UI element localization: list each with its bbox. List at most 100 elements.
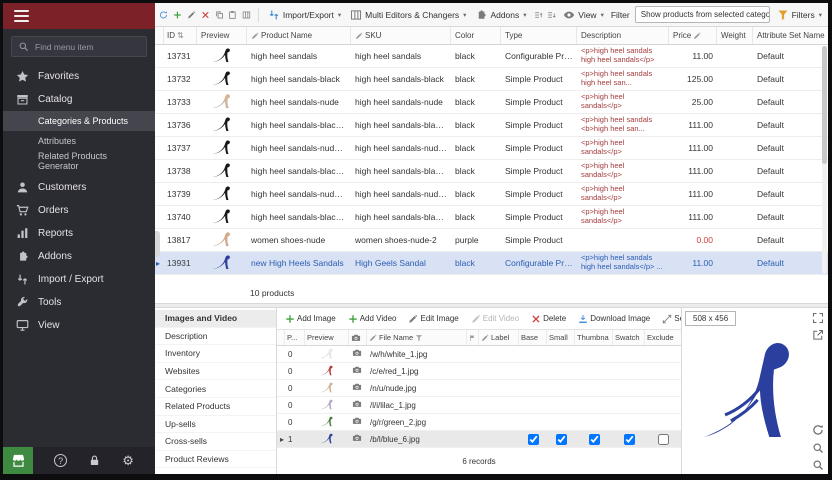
- zoom-in-icon[interactable]: [812, 442, 824, 454]
- column-header-color[interactable]: Color: [451, 27, 501, 44]
- column-header-thumbnail[interactable]: Thumbna: [575, 330, 613, 345]
- tab-inventory[interactable]: Inventory: [155, 345, 276, 363]
- column-header-camera[interactable]: [349, 330, 367, 345]
- scrollbar-thumb[interactable]: [822, 46, 827, 164]
- tab-cross-sells[interactable]: Cross-sells: [155, 433, 276, 451]
- sidebar-item-customers[interactable]: Customers: [3, 176, 155, 199]
- column-header-attribute-set[interactable]: Attribute Set Name: [753, 27, 828, 44]
- product-row[interactable]: 13817women shoes-nudewomen shoes-nude-2p…: [155, 229, 828, 252]
- product-row[interactable]: 13739high heel sandals-nude-37high heel …: [155, 183, 828, 206]
- set-resize-rule-button[interactable]: Set Resize Rule ▾: [660, 313, 681, 325]
- collapse-list-button[interactable]: [547, 9, 556, 21]
- sidebar-item-categories-products[interactable]: Categories & Products: [3, 111, 155, 131]
- sidebar-item-reports[interactable]: Reports: [3, 222, 155, 245]
- product-row[interactable]: 13736high heel sandals-black-36high heel…: [155, 114, 828, 137]
- add-image-button[interactable]: Add Image: [283, 313, 338, 325]
- image-row[interactable]: 0/c/e/red_1.jpg: [277, 363, 681, 380]
- sidebar-item-related-products-generator[interactable]: Related Products Generator: [3, 151, 155, 171]
- add-product-button[interactable]: [173, 9, 182, 21]
- column-header-image-preview[interactable]: Preview: [305, 330, 349, 345]
- tab-product-reviews[interactable]: Product Reviews: [155, 451, 276, 469]
- column-header-sku[interactable]: SKU: [351, 27, 451, 44]
- sidebar-item-orders[interactable]: Orders: [3, 199, 155, 222]
- column-header-swatch[interactable]: Swatch: [613, 330, 645, 345]
- column-header-id[interactable]: ID ⇅: [163, 27, 197, 44]
- swatch-checkbox[interactable]: [624, 434, 635, 445]
- hamburger-menu-icon[interactable]: [14, 7, 29, 25]
- view-menu[interactable]: View ▾: [561, 8, 606, 22]
- product-row[interactable]: 13733high heel sandals-nudehigh heel san…: [155, 91, 828, 114]
- product-row[interactable]: 13738high heel sandals-black-37high heel…: [155, 160, 828, 183]
- import-export-menu[interactable]: Import/Export ▾: [266, 8, 343, 22]
- sidebar-item-addons[interactable]: Addons: [3, 245, 155, 268]
- column-header-price[interactable]: Price: [669, 27, 717, 44]
- column-header-position[interactable]: P...: [285, 330, 305, 345]
- delete-image-button[interactable]: Delete: [529, 313, 568, 325]
- product-row[interactable]: 13740high heel sandals-black-38high heel…: [155, 206, 828, 229]
- image-row[interactable]: 0/n/u/nude.jpg: [277, 380, 681, 397]
- image-row[interactable]: 0/g/r/green_2.jpg: [277, 414, 681, 431]
- menu-search-box[interactable]: [11, 36, 147, 57]
- settings-button[interactable]: ⚙: [122, 454, 134, 467]
- sidebar-item-import-export[interactable]: Import / Export: [3, 268, 155, 291]
- tab-images-and-video[interactable]: Images and Video: [155, 310, 276, 328]
- sidebar-item-tools[interactable]: Tools: [3, 291, 155, 314]
- store-button[interactable]: [3, 447, 33, 474]
- filters-menu[interactable]: Filters ▾: [775, 8, 824, 22]
- sidebar-item-favorites[interactable]: Favorites: [3, 65, 155, 88]
- delete-product-button[interactable]: [201, 9, 210, 21]
- exclude-checkbox[interactable]: [658, 434, 669, 445]
- column-header-product-name[interactable]: Product Name: [247, 27, 351, 44]
- thumbnail-checkbox[interactable]: [589, 434, 600, 445]
- tab-related-products[interactable]: Related Products: [155, 398, 276, 416]
- sidebar-collapse-handle[interactable]: [155, 231, 160, 257]
- columns-button[interactable]: [242, 9, 251, 21]
- tab-description[interactable]: Description: [155, 328, 276, 346]
- grid-scrollbar[interactable]: [822, 46, 827, 274]
- multi-editors-menu[interactable]: Multi Editors & Changers ▾: [348, 8, 468, 22]
- menu-search-input[interactable]: [35, 42, 140, 52]
- sidebar-item-catalog[interactable]: Catalog: [3, 88, 155, 111]
- add-video-button[interactable]: Add Video: [346, 313, 399, 325]
- fullscreen-icon[interactable]: [812, 312, 824, 324]
- tab-up-sells[interactable]: Up-sells: [155, 416, 276, 434]
- funnel-icon: [415, 334, 423, 342]
- small-checkbox[interactable]: [556, 434, 567, 445]
- column-header-preview[interactable]: Preview: [197, 27, 247, 44]
- column-header-weight[interactable]: Weight: [717, 27, 753, 44]
- image-row[interactable]: ▸1/b/l/blue_6.jpg: [277, 431, 681, 448]
- column-header-label[interactable]: Label: [479, 330, 519, 345]
- product-row[interactable]: 13731high heel sandalshigh heel sandalsb…: [155, 45, 828, 68]
- copy-button[interactable]: [215, 9, 224, 21]
- product-row[interactable]: ▸13931new High Heels SandalsHigh Geels S…: [155, 252, 828, 275]
- paste-button[interactable]: [228, 9, 237, 21]
- help-button[interactable]: ?: [54, 454, 67, 467]
- column-header-small[interactable]: Small: [547, 330, 575, 345]
- tab-websites[interactable]: Websites: [155, 363, 276, 381]
- edit-product-button[interactable]: [187, 9, 196, 21]
- download-image-button[interactable]: Download Image: [576, 313, 652, 325]
- rotate-icon[interactable]: [812, 424, 824, 436]
- refresh-button[interactable]: [159, 9, 168, 21]
- column-header-description[interactable]: Description: [577, 27, 669, 44]
- zoom-out-icon[interactable]: [812, 459, 824, 471]
- expand-list-button[interactable]: [534, 9, 543, 21]
- column-header-base[interactable]: Base: [519, 330, 547, 345]
- image-row[interactable]: 0/w/h/white_1.jpg: [277, 346, 681, 363]
- sidebar-item-view[interactable]: View: [3, 314, 155, 337]
- column-header-file-name[interactable]: File Name: [367, 330, 467, 345]
- lock-button[interactable]: [88, 454, 101, 467]
- addons-menu[interactable]: Addons ▾: [473, 8, 528, 22]
- image-row[interactable]: 0/l/i/lilac_1.jpg: [277, 397, 681, 414]
- product-row[interactable]: 13737high heel sandals-nude-36high heel …: [155, 137, 828, 160]
- column-header-flag[interactable]: [467, 330, 479, 345]
- category-filter-select[interactable]: Show products from selected categories ▾: [635, 6, 770, 23]
- edit-image-button[interactable]: Edit Image: [406, 313, 460, 325]
- column-header-type[interactable]: Type: [501, 27, 577, 44]
- edit-video-button[interactable]: Edit Video: [469, 313, 521, 325]
- base-checkbox[interactable]: [528, 434, 539, 445]
- sidebar-item-attributes[interactable]: Attributes: [3, 131, 155, 151]
- product-row[interactable]: 13732high heel sandals-blackhigh heel sa…: [155, 68, 828, 91]
- tab-categories[interactable]: Categories: [155, 380, 276, 398]
- column-header-exclude[interactable]: Exclude: [645, 330, 681, 345]
